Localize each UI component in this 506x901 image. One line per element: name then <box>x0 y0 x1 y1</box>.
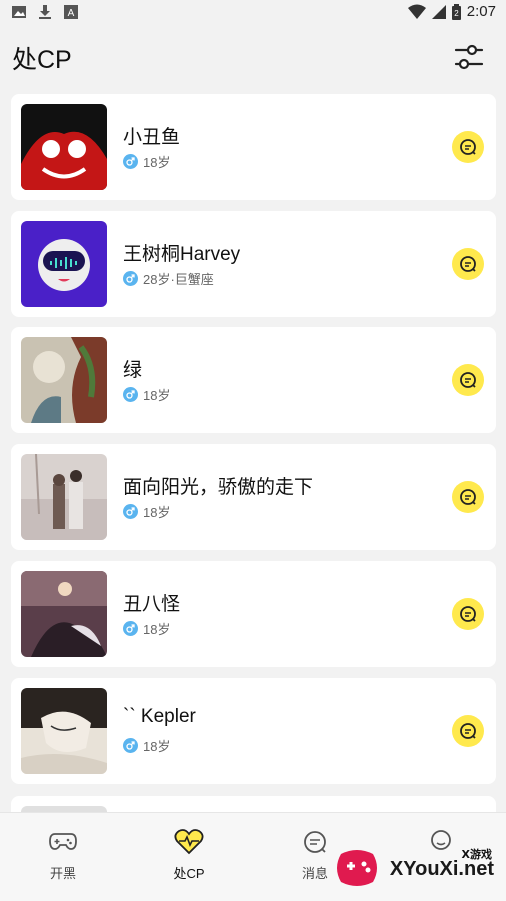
tab-label: 处CP <box>173 866 205 881</box>
user-name: 面向阳光，骄傲的走下 <box>123 477 314 498</box>
status-bar: A 2 2:07 <box>0 0 506 26</box>
chat-button[interactable] <box>452 715 484 747</box>
user-card[interactable]: 面向阳光，骄傲的走下 18岁 <box>11 444 496 550</box>
chat-button[interactable] <box>452 481 484 513</box>
watermark-logo: X游戏 XYouXi.net <box>333 842 498 894</box>
a-icon: A <box>64 5 78 19</box>
tab-label: 开黑 <box>49 866 76 881</box>
male-icon <box>123 271 138 286</box>
user-avatar <box>21 688 107 774</box>
user-avatar <box>21 454 107 540</box>
chat-icon <box>460 139 476 155</box>
message-icon <box>304 831 326 853</box>
male-icon <box>123 621 138 636</box>
chat-button[interactable] <box>452 598 484 630</box>
filter-button[interactable] <box>452 42 486 72</box>
sliders-icon <box>454 44 484 70</box>
user-avatar <box>21 104 107 190</box>
user-name: `` Kepler <box>123 706 196 727</box>
user-card[interactable]: 小丑鱼 18岁 <box>11 94 496 200</box>
chat-icon <box>460 372 476 388</box>
user-meta: 18岁 <box>123 619 170 638</box>
tab-chucp[interactable]: 处CP <box>126 813 252 901</box>
user-age: 18岁 <box>143 739 171 754</box>
user-avatar <box>21 337 107 423</box>
user-card[interactable]: 绿 18岁 <box>11 327 496 433</box>
wifi-icon <box>407 4 426 19</box>
user-meta: 18岁 <box>123 152 170 171</box>
app-header: 处CP <box>0 26 506 88</box>
male-icon <box>123 504 138 519</box>
chat-button[interactable] <box>452 131 484 163</box>
user-avatar <box>21 571 107 657</box>
male-icon <box>123 387 138 402</box>
gamepad-logo-icon <box>337 850 377 886</box>
user-age: 28岁·巨蟹座 <box>143 272 214 287</box>
male-icon <box>123 154 138 169</box>
tab-kaihei[interactable]: 开黑 <box>0 813 126 901</box>
chat-icon <box>460 723 476 739</box>
status-time: 2:07 <box>466 3 496 20</box>
chat-button[interactable] <box>452 248 484 280</box>
male-icon <box>123 738 138 753</box>
user-name: 丑八怪 <box>123 594 181 615</box>
user-meta: 18岁 <box>123 502 170 521</box>
user-meta: 18岁 <box>123 385 170 404</box>
user-card[interactable]: 王树桐Harvey 28岁·巨蟹座 <box>11 211 496 317</box>
download-icon <box>39 5 51 19</box>
user-meta: 18岁 <box>123 736 170 755</box>
user-name: 绿 <box>123 360 143 381</box>
user-age: 18岁 <box>143 622 171 637</box>
signal-icon <box>431 4 446 19</box>
user-card[interactable]: 丑八怪 18岁 <box>11 561 496 667</box>
battery-icon: 2 <box>451 3 461 20</box>
chat-icon <box>460 256 476 272</box>
chat-icon <box>460 489 476 505</box>
user-avatar <box>21 221 107 307</box>
gamepad-icon <box>49 833 77 850</box>
user-meta: 28岁·巨蟹座 <box>123 269 214 288</box>
svg-text:A: A <box>68 8 75 19</box>
image-icon <box>12 6 26 18</box>
user-age: 18岁 <box>143 155 171 170</box>
user-name: 王树桐Harvey <box>123 244 241 265</box>
heart-pulse-icon <box>174 829 204 855</box>
svg-text:2: 2 <box>454 9 459 18</box>
watermark-text: XYouXi.net <box>389 858 494 880</box>
user-age: 18岁 <box>143 388 171 403</box>
chat-icon <box>460 606 476 622</box>
chat-button[interactable] <box>452 364 484 396</box>
user-age: 18岁 <box>143 505 171 520</box>
user-name: 小丑鱼 <box>123 127 181 148</box>
user-card[interactable]: `` Kepler 18岁 <box>11 678 496 784</box>
page-title: 处CP <box>12 46 72 74</box>
